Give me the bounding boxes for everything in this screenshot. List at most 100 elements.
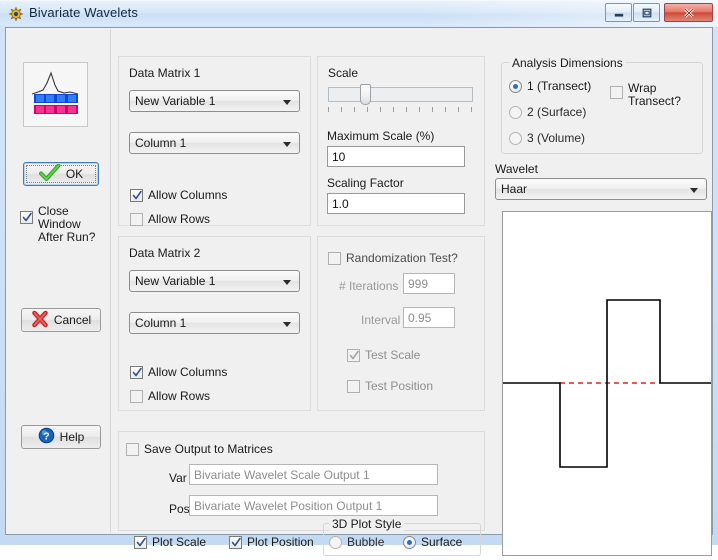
data-matrix-1-allow-columns-checkbox[interactable]: Allow Columns xyxy=(130,188,227,202)
analysis-dimensions-option-3-label: 3 (Volume) xyxy=(527,131,586,145)
analysis-dimensions-option-2[interactable]: 2 (Surface) xyxy=(509,105,586,119)
pos-input[interactable]: Bivariate Wavelet Position Output 1 xyxy=(189,495,438,516)
data-matrix-1-title: Data Matrix 1 xyxy=(129,66,201,80)
radio-box xyxy=(403,535,416,549)
test-scale-label: Test Scale xyxy=(365,348,421,362)
checkbox-box xyxy=(130,389,143,403)
iterations-value: 999 xyxy=(408,276,429,291)
wavelet-label: Wavelet xyxy=(495,162,538,176)
chevron-down-icon xyxy=(283,100,291,105)
wrap-transect-checkbox[interactable]: Wrap Transect? xyxy=(610,82,681,108)
iterations-label: # Iterations xyxy=(339,279,399,293)
dialog-body: OK Close Window After Run? Cancel ? Help… xyxy=(5,27,713,556)
close-window-after-run-checkbox[interactable]: Close Window After Run? xyxy=(20,205,110,244)
maximize-button[interactable] xyxy=(633,3,660,22)
analysis-dimensions-option-2-label: 2 (Surface) xyxy=(527,105,587,119)
chevron-down-icon xyxy=(283,280,291,285)
data-matrix-1-allow-rows-checkbox[interactable]: Allow Rows xyxy=(130,212,210,226)
data-matrix-1-variable-select[interactable]: New Variable 1 xyxy=(129,90,300,112)
maximum-scale-input[interactable]: 10 xyxy=(327,146,465,167)
plot-style-surface-label: Surface xyxy=(421,535,463,549)
analysis-dimensions-option-3[interactable]: 3 (Volume) xyxy=(509,131,585,145)
save-output-checkbox[interactable]: Save Output to Matrices xyxy=(126,442,273,456)
analysis-dimensions-option-1-label: 1 (Transect) xyxy=(527,79,592,93)
scaling-factor-input[interactable]: 1.0 xyxy=(327,193,465,214)
checkbox-box xyxy=(610,86,623,99)
data-matrix-2-variable-select[interactable]: New Variable 1 xyxy=(129,270,300,292)
checkbox-box xyxy=(347,379,360,393)
scaling-factor-label: Scaling Factor xyxy=(327,176,404,190)
data-matrix-2-panel: Data Matrix 2 New Variable 1 Column 1 Al… xyxy=(118,236,311,411)
data-matrix-2-allow-rows-checkbox[interactable]: Allow Rows xyxy=(130,389,210,403)
help-question-icon: ? xyxy=(38,427,55,447)
check-icon xyxy=(22,211,33,224)
checkbox-box xyxy=(347,348,360,362)
plot-style-bubble-label: Bubble xyxy=(347,535,385,549)
data-matrix-2-allow-columns-label: Allow Columns xyxy=(148,365,228,379)
close-icon xyxy=(665,4,712,21)
checkbox-box xyxy=(130,365,143,379)
maximum-scale-label: Maximum Scale (%) xyxy=(327,129,435,143)
scale-slider-ticks xyxy=(328,107,474,113)
data-matrix-2-title: Data Matrix 2 xyxy=(129,246,201,260)
test-position-checkbox[interactable]: Test Position xyxy=(347,379,433,393)
scale-slider-thumb[interactable] xyxy=(360,84,371,105)
data-matrix-1-column-value: Column 1 xyxy=(135,136,187,150)
wavelet-selected-value: Haar xyxy=(501,182,528,196)
analysis-dimensions-option-1[interactable]: 1 (Transect) xyxy=(509,79,591,93)
interval-input[interactable]: 0.95 xyxy=(403,307,455,328)
cancel-button[interactable]: Cancel xyxy=(21,308,101,332)
check-icon xyxy=(231,536,242,549)
data-matrix-2-allow-columns-checkbox[interactable]: Allow Columns xyxy=(130,365,227,379)
plot-scale-checkbox[interactable]: Plot Scale xyxy=(134,535,206,549)
scale-slider-track[interactable] xyxy=(328,87,473,102)
data-matrix-2-allow-rows-label: Allow Rows xyxy=(148,389,211,403)
radio-box xyxy=(509,79,522,93)
app-gear-icon xyxy=(8,6,24,22)
data-matrix-1-column-select[interactable]: Column 1 xyxy=(129,132,300,154)
check-icon xyxy=(349,349,360,362)
checkbox-box xyxy=(229,535,242,549)
pos-value: Bivariate Wavelet Position Output 1 xyxy=(194,498,383,513)
data-matrix-1-variable-value: New Variable 1 xyxy=(135,94,216,108)
plot-position-label: Plot Position xyxy=(247,535,314,549)
minimize-icon xyxy=(606,4,631,21)
scale-title: Scale xyxy=(328,66,359,80)
maximum-scale-value: 10 xyxy=(332,149,346,164)
iterations-input[interactable]: 999 xyxy=(403,273,455,294)
check-icon xyxy=(136,536,147,549)
data-matrix-1-panel: Data Matrix 1 New Variable 1 Column 1 Al… xyxy=(118,56,311,226)
scaling-factor-value: 1.0 xyxy=(332,196,349,211)
wavelet-preview-icon xyxy=(23,62,88,127)
checkbox-box xyxy=(130,212,143,226)
help-button[interactable]: ? Help xyxy=(21,425,101,449)
randomization-test-checkbox[interactable]: Randomization Test? xyxy=(328,251,458,265)
test-scale-checkbox[interactable]: Test Scale xyxy=(347,348,420,362)
checkbox-box xyxy=(134,535,147,549)
wrap-transect-label: Wrap Transect? xyxy=(628,81,681,108)
cancel-button-label: Cancel xyxy=(53,313,92,327)
check-icon xyxy=(132,189,143,202)
maximize-icon xyxy=(634,4,659,21)
wavelet-select[interactable]: Haar xyxy=(495,178,707,200)
ok-button[interactable]: OK xyxy=(23,162,99,186)
data-matrix-2-column-select[interactable]: Column 1 xyxy=(129,312,300,334)
close-button[interactable] xyxy=(664,3,713,22)
chevron-down-icon xyxy=(283,142,291,147)
wavelet-plot xyxy=(502,211,712,556)
checkbox-box xyxy=(126,442,139,456)
chevron-down-icon xyxy=(283,322,291,327)
var-label: Var xyxy=(169,471,187,485)
radio-box xyxy=(329,535,342,549)
radio-box xyxy=(509,131,522,145)
plot-style-bubble-radio[interactable]: Bubble xyxy=(329,535,384,549)
chevron-down-icon xyxy=(690,188,698,193)
plot-position-checkbox[interactable]: Plot Position xyxy=(229,535,314,549)
minimize-button[interactable] xyxy=(605,3,632,22)
checkbox-box xyxy=(130,188,143,202)
var-input[interactable]: Bivariate Wavelet Scale Output 1 xyxy=(189,464,438,485)
window-title: Bivariate Wavelets xyxy=(29,5,138,20)
plot-style-surface-radio[interactable]: Surface xyxy=(403,535,462,549)
plot-style-legend: 3D Plot Style xyxy=(329,517,405,531)
title-bar[interactable]: Bivariate Wavelets xyxy=(0,0,718,27)
